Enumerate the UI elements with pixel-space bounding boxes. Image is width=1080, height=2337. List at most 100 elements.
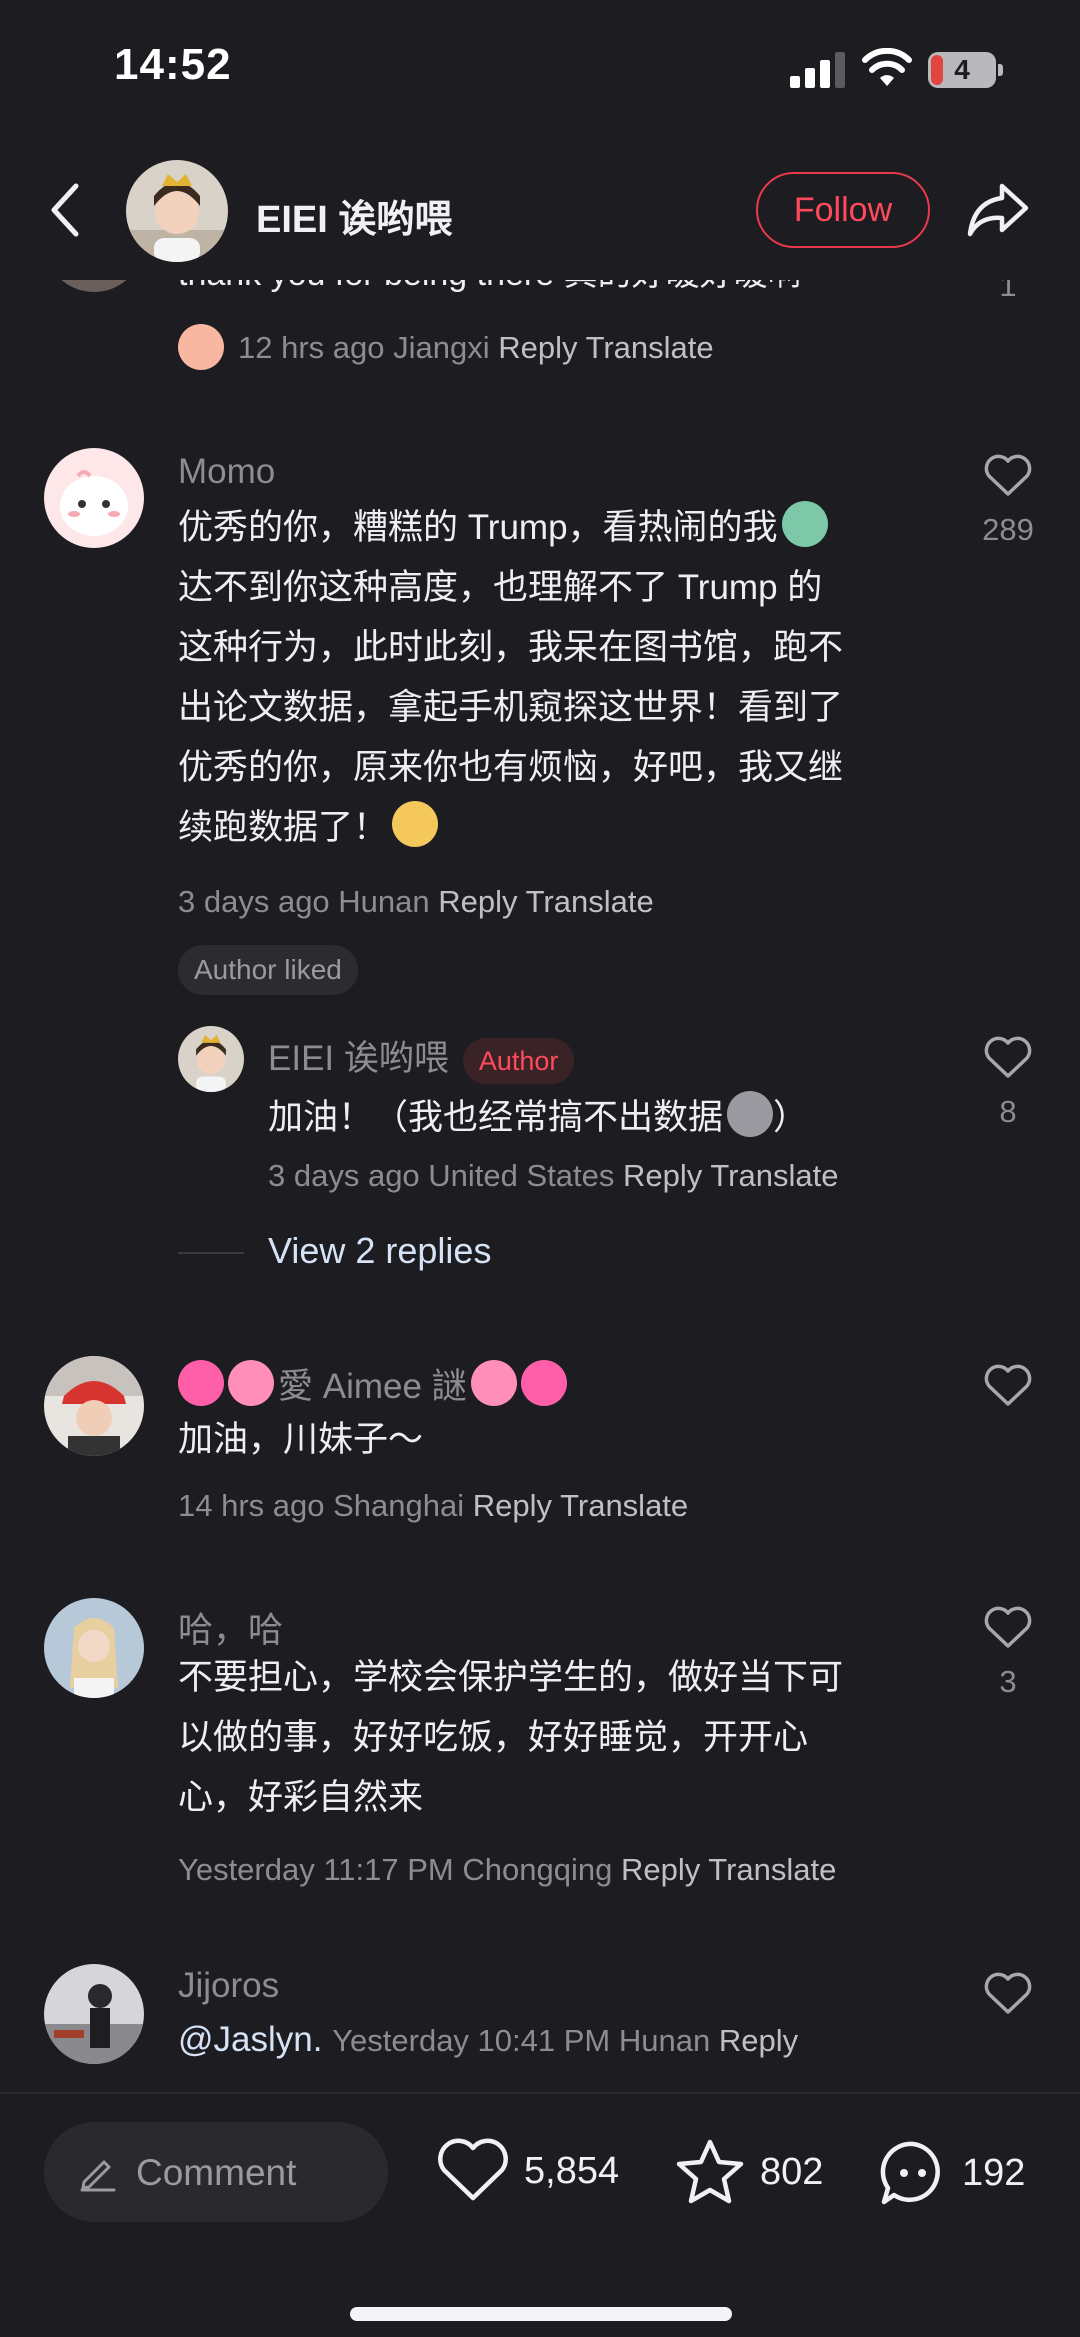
comment-time: 3 days ago: [178, 884, 330, 919]
comment-location: Hunan: [338, 884, 430, 919]
sweat-emoji-icon: [727, 1091, 774, 1137]
comment-location: Jiangxi: [393, 330, 490, 365]
comment-time: 14 hrs ago: [178, 1488, 325, 1523]
comment-time: 12 hrs ago: [238, 330, 385, 365]
wifi-icon: [862, 48, 912, 86]
battery-indicator: 4: [928, 52, 1004, 88]
comment-text-line: 以做的事，好好吃饭，好好睡觉，开开心: [178, 1718, 809, 1757]
comment-time: 3 days ago: [268, 1158, 420, 1193]
comment-text-line: 出论文数据，拿起手机窥探这世界！看到了: [178, 688, 844, 727]
reply-link[interactable]: Reply: [621, 1852, 700, 1887]
reply-link[interactable]: Reply: [438, 884, 517, 919]
bow-emoji-icon: [228, 1360, 274, 1406]
reply-link[interactable]: Reply: [719, 2023, 798, 2058]
comment-placeholder: Comment: [136, 2152, 297, 2193]
post-like-button[interactable]: 5,854: [436, 2138, 619, 2204]
heart-icon[interactable]: [983, 1970, 1033, 2016]
comment-text-line: 心，好彩自然来: [178, 1778, 424, 1817]
like-count: 1: [999, 280, 1017, 303]
reply-link[interactable]: Reply: [473, 1488, 552, 1523]
like-button[interactable]: 3: [968, 1604, 1048, 1700]
comment-text-line: 达不到你这种高度，也理解不了 Trump 的: [178, 568, 823, 607]
pencil-icon: [80, 2160, 116, 2192]
battery-level: 4: [954, 54, 970, 85]
share-icon[interactable]: [966, 180, 1030, 240]
follow-button[interactable]: Follow: [756, 172, 930, 248]
home-indicator[interactable]: [350, 2307, 732, 2321]
comment-text-line: 续跑数据了！: [178, 798, 439, 858]
comment-text-line: 不要担心，学校会保护学生的，做好当下可: [178, 1658, 844, 1697]
heart-emoji-icon: [520, 1360, 567, 1406]
comment-text: @Jaslyn. Yesterday 10:41 PM Hunan Reply: [178, 2010, 798, 2071]
comment-username[interactable]: Jijoros: [178, 1966, 279, 2006]
chat-bubble-icon[interactable]: [878, 2138, 948, 2208]
comment-feed[interactable]: thank you for being there 真的好暖好暖啊 1 12 h…: [0, 280, 1080, 2090]
view-replies-button[interactable]: View 2 replies: [268, 1230, 491, 1272]
comment-time: Yesterday 11:17 PM: [178, 1852, 454, 1887]
translate-link[interactable]: Translate: [708, 1852, 836, 1887]
comment-location: Shanghai: [333, 1488, 465, 1523]
like-button[interactable]: 289: [968, 452, 1048, 548]
like-button[interactable]: [968, 1362, 1048, 1408]
heart-icon[interactable]: [983, 1034, 1033, 1080]
heart-icon[interactable]: [983, 1604, 1033, 1650]
like-count: 8: [999, 1094, 1017, 1129]
chevron-left-icon[interactable]: [40, 178, 96, 242]
post-star-button[interactable]: 802: [674, 2138, 823, 2206]
translate-link[interactable]: Translate: [560, 1488, 688, 1523]
reply-link[interactable]: Reply: [498, 330, 577, 365]
translate-link[interactable]: Translate: [526, 884, 654, 919]
reply-avatar[interactable]: [178, 1026, 244, 1092]
comment-location: Hunan: [618, 2023, 711, 2058]
post-comment-count: 192: [962, 2151, 1026, 2194]
user-avatar[interactable]: [44, 1964, 144, 2064]
heart-emoji-icon: [178, 1360, 224, 1406]
comment-location: United States: [428, 1158, 615, 1193]
post-header: EIEI 诶哟喂 Follow: [0, 140, 1080, 280]
author-avatar[interactable]: [126, 160, 228, 262]
comment-text-line: 优秀的你，原来你也有烦恼，好吧，我又继: [178, 748, 844, 787]
bottom-action-bar: Comment 5,854 802 192: [0, 2092, 1080, 2337]
peach-emoji-icon: [178, 324, 224, 370]
user-avatar[interactable]: [44, 1598, 144, 1698]
like-button[interactable]: [968, 1970, 1048, 2016]
user-avatar[interactable]: [44, 448, 144, 548]
comment-input[interactable]: Comment: [44, 2122, 388, 2222]
like-button[interactable]: 8: [968, 1034, 1048, 1130]
comment-username[interactable]: 哈，哈: [178, 1602, 283, 1653]
user-avatar[interactable]: [44, 1356, 144, 1456]
reply-link[interactable]: Reply: [623, 1158, 702, 1193]
translate-link[interactable]: Translate: [710, 1158, 838, 1193]
post-comment-button[interactable]: 192: [878, 2138, 1025, 2208]
user-avatar[interactable]: [44, 280, 144, 292]
heart-icon[interactable]: [436, 2138, 510, 2204]
translate-link[interactable]: Translate: [586, 330, 714, 365]
reply-meta: 3 days ago United States Reply Translate: [268, 1158, 838, 1194]
status-time: 14:52: [114, 40, 232, 89]
author-tag: Author: [462, 1037, 575, 1084]
comment-username[interactable]: 愛 Aimee 謎: [178, 1358, 567, 1409]
status-bar: 14:52 4: [0, 0, 1080, 140]
comment-meta: Yesterday 11:17 PM Chongqing Reply Trans…: [178, 1852, 836, 1888]
heart-icon[interactable]: [983, 452, 1033, 498]
cellular-signal-icon: [790, 52, 845, 88]
comment-username[interactable]: Momo: [178, 452, 275, 492]
post-like-count: 5,854: [524, 2149, 620, 2192]
comment-text-line: 这种行为，此时此刻，我呆在图书馆，跑不: [178, 628, 844, 667]
comment-meta: 12 hrs ago Jiangxi Reply Translate: [178, 324, 714, 370]
replies-divider: [178, 1252, 244, 1254]
crying-emoji-icon: [392, 801, 439, 847]
author-name[interactable]: EIEI 诶哟喂: [256, 188, 452, 243]
heart-icon[interactable]: [983, 1362, 1033, 1408]
author-liked-badge: Author liked: [178, 945, 358, 995]
bow-emoji-icon: [470, 1360, 517, 1406]
star-icon[interactable]: [674, 2138, 746, 2206]
post-star-count: 802: [760, 2150, 824, 2193]
comment-meta: Yesterday 10:41 PM Hunan Reply: [332, 2023, 798, 2058]
like-count-wrap[interactable]: 1: [968, 280, 1048, 304]
reply-username[interactable]: EIEI 诶哟喂 Author: [268, 1030, 575, 1084]
mention-link[interactable]: @Jaslyn.: [178, 2020, 322, 2059]
like-count: 3: [999, 1664, 1017, 1699]
comment-text-line: 优秀的你，糟糕的 Trump，看热闹的我: [178, 498, 828, 558]
comment-text: 加油，川妹子～: [178, 1420, 424, 1459]
